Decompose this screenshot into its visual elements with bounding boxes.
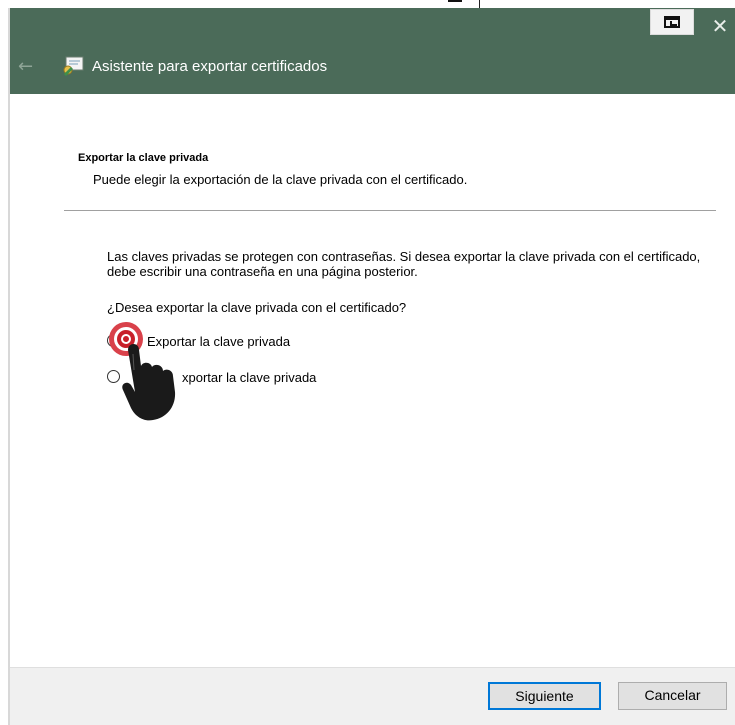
restore-icon bbox=[664, 16, 680, 28]
window-title: Asistente para exportar certificados bbox=[92, 58, 328, 75]
top-background-strip bbox=[0, 0, 735, 8]
export-question: ¿Desea exportar la clave privada con el … bbox=[107, 300, 407, 315]
section-subtitle: Puede elegir la exportación de la clave … bbox=[93, 172, 468, 187]
info-paragraph: Las claves privadas se protegen con cont… bbox=[107, 249, 701, 279]
back-arrow-icon: ← bbox=[18, 56, 34, 77]
cancel-button[interactable]: Cancelar bbox=[618, 682, 727, 710]
back-button[interactable]: ← bbox=[18, 56, 44, 78]
certificate-icon bbox=[63, 56, 84, 76]
title-bar bbox=[10, 8, 735, 94]
header-divider bbox=[64, 210, 716, 211]
wizard-footer: Siguiente Cancelar bbox=[10, 667, 735, 725]
section-title: Exportar la clave privada bbox=[78, 152, 209, 164]
close-icon: ✕ bbox=[711, 14, 729, 38]
close-button[interactable]: ✕ bbox=[705, 12, 735, 40]
left-background-edge bbox=[0, 0, 10, 725]
next-button[interactable]: Siguiente bbox=[488, 682, 601, 710]
pointer-hand-icon bbox=[122, 344, 176, 421]
restore-button[interactable] bbox=[650, 9, 694, 35]
background-line bbox=[479, 0, 480, 8]
background-mark bbox=[448, 0, 462, 2]
